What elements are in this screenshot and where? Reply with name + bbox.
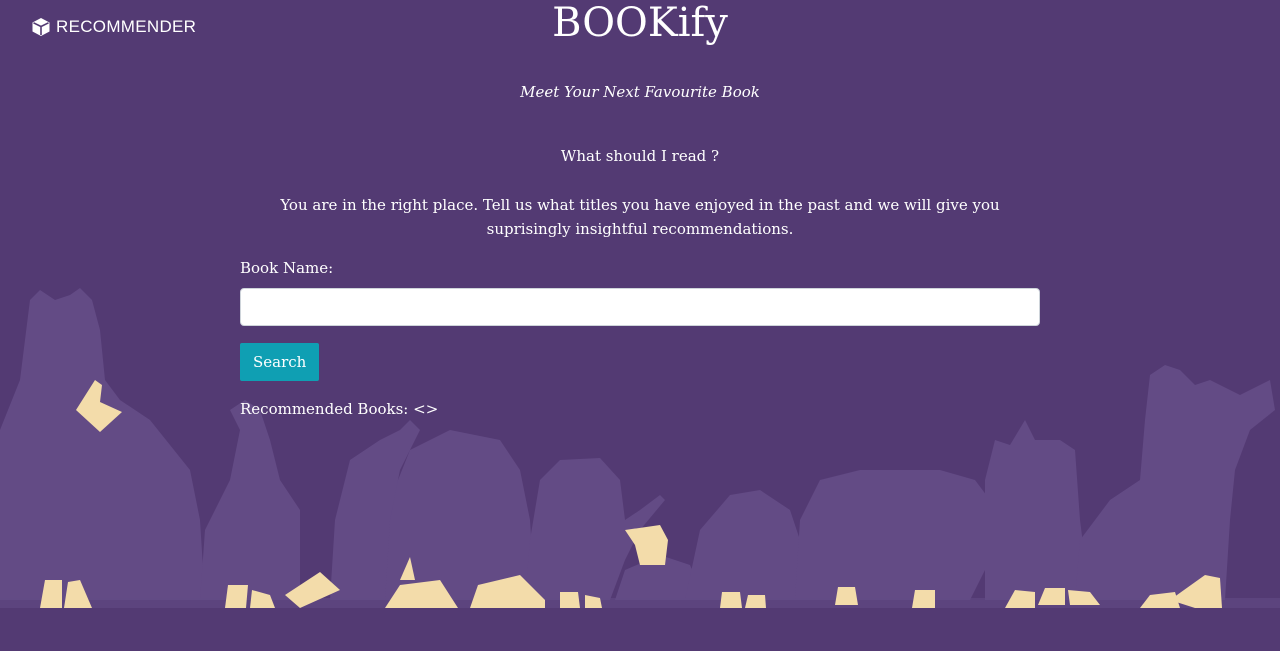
question-heading: What should I read ? (560, 147, 720, 165)
page-title: BOOKify (552, 0, 728, 46)
tagline: Meet Your Next Favourite Book (520, 83, 760, 101)
search-button[interactable]: Search (240, 343, 320, 381)
recommended-books-text: Recommended Books: <> (240, 400, 439, 418)
book-name-input[interactable] (240, 288, 1040, 326)
book-name-label: Book Name: (240, 259, 334, 277)
search-form: Book Name: Search Recommended Books: <> (240, 257, 1040, 420)
intro-description: You are in the right place. Tell us what… (280, 196, 1000, 238)
page: RECOMMENDER BOOKify Meet Your Next Favou… (0, 0, 1280, 651)
